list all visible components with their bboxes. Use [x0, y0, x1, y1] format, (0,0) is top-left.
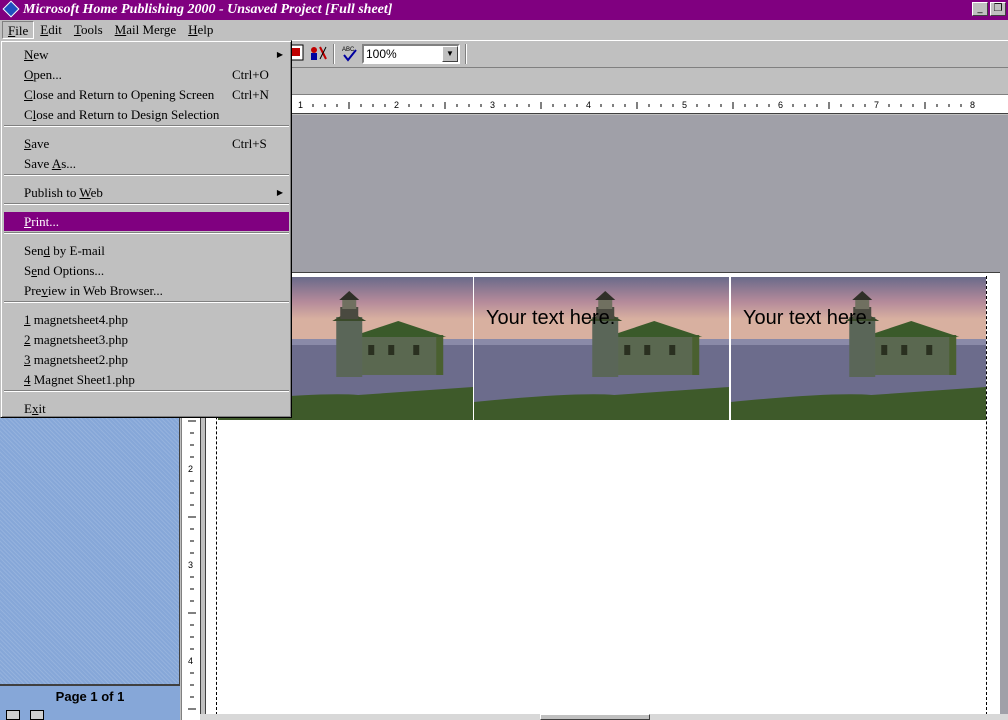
- menu-help[interactable]: Help: [182, 21, 219, 39]
- menu-separator: [4, 174, 289, 176]
- file-menu-item[interactable]: Open... Ctrl+O: [4, 65, 289, 84]
- file-menu-item[interactable]: Close and Return to Opening Screen Ctrl+N: [4, 85, 289, 104]
- submenu-arrow-icon: ▶: [276, 50, 283, 59]
- menu-separator: [4, 232, 289, 234]
- menu-item-label: Close and Return to Design Selection: [24, 107, 220, 122]
- menu-item-label: Exit: [24, 401, 46, 416]
- app-icon[interactable]: [2, 0, 20, 18]
- horizontal-ruler: 1 2 3 4 5 6 7 8: [200, 94, 1008, 114]
- file-menu-item[interactable]: 1 magnetsheet4.php: [4, 310, 289, 329]
- menu-tools[interactable]: Tools: [68, 21, 109, 39]
- magnet-image[interactable]: Your text here.: [474, 277, 729, 420]
- menu-mail-merge[interactable]: Mail Merge: [109, 21, 183, 39]
- zoom-value: 100%: [366, 47, 397, 61]
- menu-item-label: Open...: [24, 67, 62, 82]
- chevron-down-icon[interactable]: ▼: [442, 46, 458, 62]
- menu-item-label: Print...: [24, 214, 60, 229]
- menu-separator: [4, 301, 289, 303]
- file-menu-item[interactable]: Save As...: [4, 154, 289, 173]
- menu-shortcut: Ctrl+S: [232, 136, 267, 151]
- margin-guide-right: [986, 276, 987, 720]
- lighthouse-photo: [731, 277, 986, 420]
- restore-button[interactable]: ❐: [990, 2, 1006, 16]
- window-title: Microsoft Home Publishing 2000 - Unsaved…: [23, 2, 393, 17]
- ruler-tick-label: 3: [188, 560, 193, 570]
- menu-item-label: New: [24, 47, 49, 62]
- ruler-tick-label: 3: [490, 100, 495, 110]
- minimize-button[interactable]: _: [972, 2, 988, 16]
- menu-edit[interactable]: Edit: [34, 21, 68, 39]
- ruler-tick-label: 1: [298, 100, 303, 110]
- ruler-tick-label: 5: [682, 100, 687, 110]
- menu-separator: [4, 203, 289, 205]
- ruler-tick-label: 4: [188, 656, 193, 666]
- menu-shortcut: Ctrl+O: [232, 67, 269, 82]
- magnet-image[interactable]: Your text here.: [731, 277, 986, 420]
- menu-separator: [4, 390, 289, 392]
- menu-item-label: Publish to Web: [24, 185, 103, 200]
- menu-item-label: Close and Return to Opening Screen: [24, 87, 215, 102]
- magnet-caption[interactable]: Your text here.: [486, 307, 615, 330]
- toolbar-separator: [333, 44, 335, 64]
- file-menu-item[interactable]: 4 Magnet Sheet1.php: [4, 370, 289, 389]
- file-menu-item[interactable]: Save Ctrl+S: [4, 134, 289, 153]
- page-thumb-icon[interactable]: [6, 710, 20, 720]
- file-menu-item[interactable]: 2 magnetsheet3.php: [4, 330, 289, 349]
- file-menu: New ▶ Open... Ctrl+O Close and Return to Ope…: [0, 40, 292, 418]
- menu-shortcut: Ctrl+N: [232, 87, 269, 102]
- menu-file[interactable]: File: [2, 21, 35, 39]
- submenu-arrow-icon: ▶: [276, 188, 283, 197]
- menu-item-label: 2 magnetsheet3.php: [24, 332, 128, 347]
- menu-item-label: Save As...: [24, 156, 77, 171]
- page-thumb-icon[interactable]: [30, 710, 44, 720]
- ruler-tick-label: 6: [778, 100, 783, 110]
- menu-item-label: Send by E-mail: [24, 243, 105, 258]
- menu-item-label: 1 magnetsheet4.php: [24, 312, 128, 327]
- file-menu-item[interactable]: Print...: [4, 212, 289, 231]
- file-menu-item[interactable]: Send by E-mail: [4, 241, 289, 260]
- page-count-label: Page 1 of 1: [55, 689, 125, 704]
- scrollbar-thumb[interactable]: [540, 714, 650, 720]
- lighthouse-photo: [474, 277, 729, 420]
- menu-item-label: Send Options...: [24, 263, 105, 278]
- title-bar: Microsoft Home Publishing 2000 - Unsaved…: [0, 0, 1008, 20]
- menu-item-label: 3 magnetsheet2.php: [24, 352, 128, 367]
- menu-item-label: Save: [24, 136, 50, 151]
- vertical-ruler: 2 3 4: [181, 415, 201, 720]
- page-navigator-pane: [0, 410, 180, 720]
- ruler-tick-label: 7: [874, 100, 879, 110]
- design-checker-icon[interactable]: [308, 44, 328, 64]
- file-menu-item[interactable]: Close and Return to Design Selection: [4, 105, 289, 124]
- magnet-caption[interactable]: Your text here.: [743, 307, 872, 330]
- menu-item-label: Preview in Web Browser...: [24, 283, 163, 298]
- file-menu-item[interactable]: New ▶: [4, 45, 289, 64]
- file-menu-item[interactable]: Preview in Web Browser...: [4, 281, 289, 300]
- file-menu-item[interactable]: Send Options...: [4, 261, 289, 280]
- ruler-tick-label: 2: [394, 100, 399, 110]
- menu-item-label: 4 Magnet Sheet1.php: [24, 372, 135, 387]
- menu-separator: [4, 125, 289, 127]
- menu-bar: File Edit Tools Mail Merge Help: [0, 20, 1008, 40]
- toolbar-separator: [465, 44, 467, 64]
- spelling-icon[interactable]: ABC: [340, 44, 360, 64]
- zoom-select[interactable]: 100% ▼: [362, 44, 460, 64]
- ruler-tick-label: 4: [586, 100, 591, 110]
- file-menu-item[interactable]: 3 magnetsheet2.php: [4, 350, 289, 369]
- file-menu-item[interactable]: Publish to Web ▶: [4, 183, 289, 202]
- ruler-tick-label: 2: [188, 464, 193, 474]
- ruler-tick-label: 8: [970, 100, 975, 110]
- file-menu-item[interactable]: Exit: [4, 399, 289, 418]
